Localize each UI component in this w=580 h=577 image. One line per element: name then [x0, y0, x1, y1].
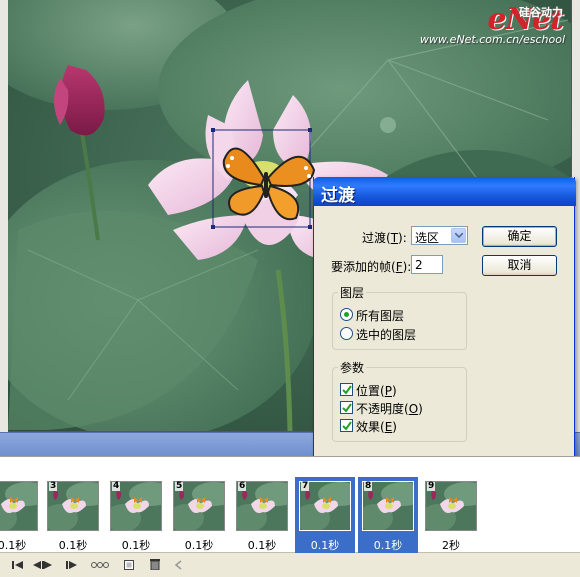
frame-delay[interactable]: 0.1秒: [169, 537, 229, 553]
frame-delay[interactable]: 2秒: [421, 537, 481, 553]
frame-6[interactable]: 6 0.1秒: [232, 477, 292, 555]
first-frame-icon[interactable]: [10, 557, 26, 572]
radio-selected-layers-label: 选中的图层: [356, 328, 417, 342]
scroll-left-icon[interactable]: [172, 557, 184, 572]
frame-number: 8: [364, 481, 373, 491]
frame-number: 7: [301, 481, 310, 491]
frame-9[interactable]: 9 2秒: [421, 477, 481, 555]
frame-delay[interactable]: 0.1秒: [43, 537, 103, 553]
frames-to-add-label: 要添加的帧(F):: [331, 260, 412, 274]
cancel-button[interactable]: 取消: [482, 255, 557, 276]
enet-url: www.eNet.com.cn/eschool: [419, 33, 565, 46]
frame-number: 4: [112, 481, 121, 491]
opacity-checkbox[interactable]: [340, 401, 353, 414]
frame-number: 6: [238, 481, 247, 491]
frame-number: 3: [49, 481, 58, 491]
chevron-down-icon[interactable]: [451, 228, 466, 243]
dialog-title: 过渡: [321, 186, 355, 206]
frame-thumbnail: [0, 481, 38, 531]
frames-to-add-input[interactable]: 2: [411, 255, 443, 274]
transition-select[interactable]: 选区: [411, 226, 468, 245]
frame-2[interactable]: 0.1秒: [0, 477, 42, 555]
tween-dialog: 过渡 过渡(T): 选区 要添加的帧(F): 2 确定 取消 图层 所有图层 选…: [313, 177, 576, 460]
animation-toolbar: [0, 553, 580, 577]
enet-chinese-name: 硅谷动力: [519, 6, 563, 19]
position-checkbox[interactable]: [340, 383, 353, 396]
next-frame-icon[interactable]: [64, 557, 80, 572]
position-checkbox-label: 位置(P): [356, 384, 397, 398]
dialog-titlebar[interactable]: 过渡: [313, 177, 576, 206]
frame-delay[interactable]: 0.1秒: [0, 537, 42, 553]
frame-7[interactable]: 7 0.1秒: [295, 477, 355, 555]
frame-4[interactable]: 4 0.1秒: [106, 477, 166, 555]
radio-all-layers[interactable]: [340, 308, 353, 321]
frame-delay[interactable]: 0.1秒: [106, 537, 166, 553]
frame-number: 9: [427, 481, 436, 491]
radio-all-layers-label: 所有图层: [356, 309, 405, 323]
delete-frame-icon[interactable]: [148, 557, 162, 572]
frame-delay[interactable]: 0.1秒: [232, 537, 292, 553]
frame-8[interactable]: 8 0.1秒: [358, 477, 418, 555]
frame-3[interactable]: 3 0.1秒: [43, 477, 103, 555]
transition-label: 过渡(T):: [362, 231, 407, 245]
frame-number: 5: [175, 481, 184, 491]
transition-select-value: 选区: [415, 231, 440, 245]
effects-checkbox[interactable]: [340, 419, 353, 432]
ok-button[interactable]: 确定: [482, 226, 557, 247]
frame-strip: 0.1秒 3 0.1秒 4 0.1秒 5 0.1秒 6 0.1秒 7 0.1秒: [0, 457, 580, 555]
new-frame-icon[interactable]: [122, 557, 136, 572]
animation-panel: 0.1秒 3 0.1秒 4 0.1秒 5 0.1秒 6 0.1秒 7 0.1秒: [0, 456, 580, 577]
frame-delay[interactable]: 0.1秒: [358, 537, 418, 553]
frame-delay[interactable]: 0.1秒: [295, 537, 355, 553]
tween-icon[interactable]: [90, 557, 110, 572]
radio-selected-layers[interactable]: [340, 327, 353, 340]
layers-group-title: 图层: [338, 284, 367, 301]
play-icon[interactable]: [40, 557, 56, 572]
effects-checkbox-label: 效果(E): [356, 420, 397, 434]
opacity-checkbox-label: 不透明度(O): [356, 402, 423, 416]
frame-5[interactable]: 5 0.1秒: [169, 477, 229, 555]
parameters-group-title: 参数: [338, 359, 367, 376]
